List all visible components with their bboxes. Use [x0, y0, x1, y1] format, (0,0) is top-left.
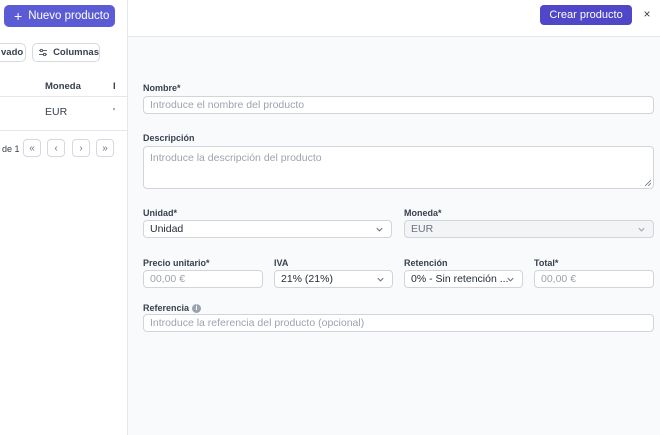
- pagination: de 1 « ‹ › »: [0, 138, 127, 158]
- pagination-text: de 1: [2, 144, 20, 154]
- column-header-currency[interactable]: Moneda: [45, 81, 81, 92]
- background-page: + Nuevo producto vado Columnas Moneda I …: [0, 0, 127, 435]
- plus-icon: +: [14, 8, 23, 24]
- create-product-panel: Crear producto × Nombre* Introduce el no…: [127, 0, 660, 435]
- chevron-right-icon: ›: [79, 142, 83, 154]
- unit-price-input[interactable]: 00,00 €: [143, 270, 263, 288]
- next-page-button[interactable]: ›: [72, 139, 90, 157]
- create-product-label: Crear producto: [549, 9, 623, 21]
- vat-select[interactable]: 21% (21%): [274, 270, 393, 288]
- double-chevron-right-icon: »: [102, 142, 108, 154]
- close-icon: ×: [643, 7, 651, 21]
- row-cell-currency: EUR: [45, 106, 68, 118]
- reference-label: Referencia: [143, 303, 190, 313]
- panel-header: Crear producto ×: [128, 0, 660, 37]
- unit-price-placeholder: 00,00 €: [150, 273, 186, 285]
- columns-button[interactable]: Columnas: [32, 43, 100, 62]
- chevron-down-icon: [507, 277, 514, 282]
- new-product-button[interactable]: + Nuevo producto: [4, 5, 115, 27]
- close-button[interactable]: ×: [640, 7, 654, 21]
- chevron-down-icon: [638, 227, 645, 232]
- unit-value: Unidad: [150, 223, 184, 235]
- archived-filter-label: vado: [1, 47, 24, 58]
- reference-input[interactable]: Introduce la referencia del producto (op…: [143, 314, 654, 332]
- currency-select: EUR: [404, 220, 654, 238]
- description-placeholder: Introduce la descripción del producto: [150, 152, 322, 164]
- row-cell-lead: ): [0, 106, 1, 118]
- table-header: Moneda I: [0, 73, 127, 97]
- chevron-down-icon: [377, 277, 384, 282]
- table-row[interactable]: ) EUR ': [0, 97, 127, 131]
- description-label: Descripción: [143, 133, 195, 143]
- last-page-button[interactable]: »: [96, 139, 114, 157]
- new-product-label: Nuevo producto: [28, 10, 110, 22]
- unit-label: Unidad*: [143, 208, 178, 218]
- reference-placeholder: Introduce la referencia del producto (op…: [150, 317, 365, 329]
- vat-label: IVA: [274, 258, 289, 268]
- currency-label: Moneda*: [404, 208, 442, 218]
- archived-filter-button[interactable]: vado: [0, 43, 26, 62]
- chevron-down-icon: [376, 227, 383, 232]
- total-placeholder: 00,00 €: [541, 273, 577, 285]
- currency-value: EUR: [411, 223, 434, 235]
- retention-select[interactable]: 0% - Sin retención ...: [404, 270, 523, 288]
- first-page-button[interactable]: «: [23, 139, 41, 157]
- unit-price-label: Precio unitario*: [143, 258, 210, 268]
- prev-page-button[interactable]: ‹: [47, 139, 65, 157]
- vat-value: 21% (21%): [281, 273, 333, 285]
- name-label: Nombre*: [143, 83, 181, 93]
- double-chevron-left-icon: «: [29, 142, 35, 154]
- name-input[interactable]: Introduce el nombre del producto: [143, 96, 654, 114]
- unit-select[interactable]: Unidad: [143, 220, 392, 238]
- total-input[interactable]: 00,00 €: [534, 270, 654, 288]
- retention-label: Retención: [404, 258, 448, 268]
- columns-label: Columnas: [53, 47, 99, 58]
- reference-label-row: Referencia i: [143, 303, 202, 314]
- retention-value: 0% - Sin retención ...: [411, 273, 509, 285]
- columns-icon: [39, 48, 48, 57]
- total-label: Total*: [534, 258, 559, 268]
- info-icon[interactable]: i: [192, 304, 202, 314]
- name-placeholder: Introduce el nombre del producto: [150, 99, 305, 111]
- row-cell-extra: ': [113, 106, 116, 118]
- description-textarea[interactable]: Introduce la descripción del producto: [143, 146, 654, 189]
- column-header-next[interactable]: I: [113, 81, 116, 92]
- create-product-button[interactable]: Crear producto: [540, 5, 632, 25]
- resize-grip-icon[interactable]: [644, 179, 651, 186]
- chevron-left-icon: ‹: [54, 142, 58, 154]
